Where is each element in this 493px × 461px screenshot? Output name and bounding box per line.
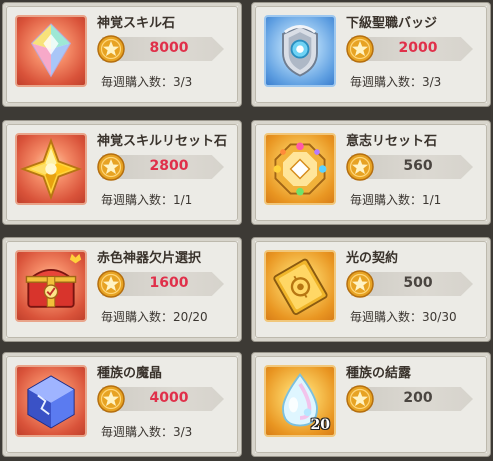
weekly-limit-label: 毎週購入数：30/30 bbox=[350, 310, 457, 324]
gold-coin-icon bbox=[346, 385, 374, 413]
shop-item-card[interactable]: 赤色神器欠片選択 1600 毎週購入数：20/20 bbox=[2, 237, 242, 342]
item-icon-tile bbox=[15, 365, 87, 437]
item-price: 560 bbox=[403, 158, 433, 174]
item-name: 意志リセット石 bbox=[346, 134, 438, 149]
shop-item-card[interactable]: 20 種族の結露 200 bbox=[251, 352, 491, 457]
prismatic-crystal-icon bbox=[30, 23, 72, 78]
item-icon-tile bbox=[15, 250, 87, 322]
gold-cross-gem-icon bbox=[19, 137, 83, 201]
item-name: 種族の魔晶 bbox=[97, 366, 163, 381]
item-name: 神覚スキル石 bbox=[97, 16, 176, 31]
item-name: 下級聖職バッジ bbox=[346, 16, 438, 31]
shop-item-card[interactable]: 下級聖職バッジ 2000 毎週購入数：3/3 bbox=[251, 2, 491, 107]
jeweled-octagon-icon bbox=[273, 142, 327, 196]
item-price: 200 bbox=[403, 390, 433, 406]
shop-item-card[interactable]: 意志リセット石 560 毎週購入数：1/1 bbox=[251, 120, 491, 225]
item-icon-tile bbox=[264, 15, 336, 87]
golden-tome-icon bbox=[273, 258, 328, 315]
weekly-limit-label: 毎週購入数：20/20 bbox=[101, 310, 208, 324]
weekly-limit-label: 毎週購入数：1/1 bbox=[350, 193, 442, 207]
weekly-limit-label: 毎週購入数：1/1 bbox=[101, 193, 193, 207]
shop-item-card[interactable]: 神覚スキルリセット石 2800 毎週購入数：1/1 bbox=[2, 120, 242, 225]
shop-grid: 神覚スキル石 8000 毎週購入数：3/3 下級聖職バッジ 2000 毎週購入数… bbox=[0, 0, 493, 461]
item-icon-tile bbox=[264, 250, 336, 322]
shop-item-card[interactable]: 光の契約 500 毎週購入数：30/30 bbox=[251, 237, 491, 342]
gold-coin-icon bbox=[346, 153, 374, 181]
item-icon-tile: 20 bbox=[264, 365, 336, 437]
gold-coin-icon bbox=[97, 153, 125, 181]
item-name: 光の契約 bbox=[346, 251, 399, 266]
item-price: 2000 bbox=[398, 40, 438, 56]
item-icon-tile bbox=[15, 15, 87, 87]
item-quantity-badge: 20 bbox=[310, 417, 330, 433]
silver-crest-badge-icon bbox=[282, 25, 318, 77]
gold-coin-icon bbox=[97, 35, 125, 63]
gold-coin-icon bbox=[346, 35, 374, 63]
item-icon-tile bbox=[15, 133, 87, 205]
item-price: 1600 bbox=[149, 275, 189, 291]
gold-coin-icon bbox=[346, 270, 374, 298]
blue-cube-crystal-icon bbox=[27, 375, 75, 429]
weekly-limit-label: 毎週購入数：3/3 bbox=[101, 425, 193, 439]
item-price: 4000 bbox=[149, 390, 189, 406]
item-name: 種族の結露 bbox=[346, 366, 412, 381]
item-price: 500 bbox=[403, 275, 433, 291]
item-price: 2800 bbox=[149, 158, 189, 174]
weekly-limit-label: 毎週購入数：3/3 bbox=[101, 75, 193, 89]
item-name: 赤色神器欠片選択 bbox=[97, 251, 202, 266]
gold-coin-icon bbox=[97, 270, 125, 298]
weekly-limit-label: 毎週購入数：3/3 bbox=[350, 75, 442, 89]
item-price: 8000 bbox=[149, 40, 189, 56]
shop-item-card[interactable]: 種族の魔晶 4000 毎週購入数：3/3 bbox=[2, 352, 242, 457]
item-name: 神覚スキルリセット石 bbox=[97, 134, 228, 149]
item-icon-tile bbox=[264, 133, 336, 205]
red-treasure-chest-icon bbox=[25, 253, 82, 308]
shop-item-card[interactable]: 神覚スキル石 8000 毎週購入数：3/3 bbox=[2, 2, 242, 107]
gold-coin-icon bbox=[97, 385, 125, 413]
